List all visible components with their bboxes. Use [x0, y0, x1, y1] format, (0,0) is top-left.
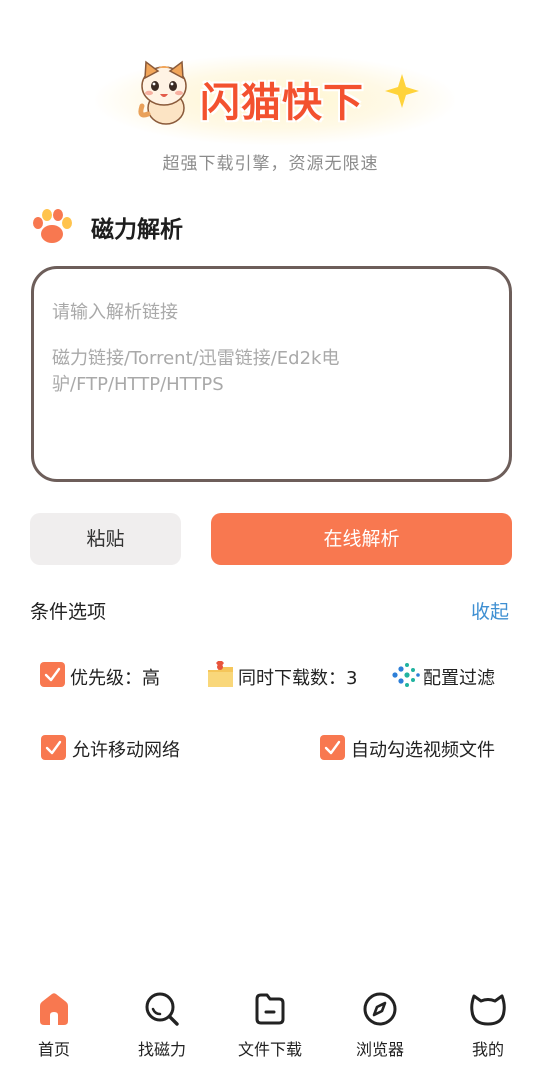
section-title: 磁力解析: [91, 217, 183, 243]
app-title: 闪猫快下: [200, 80, 364, 126]
nav-label-browser: 浏览器: [355, 1040, 404, 1059]
cat-mascot-icon: [138, 60, 187, 125]
folder-download-icon: [208, 661, 233, 687]
paste-button[interactable]: 粘贴: [30, 513, 181, 565]
concurrent-downloads-label[interactable]: 同时下载数：3: [238, 664, 357, 690]
tagline: 超强下载引擎，资源无限速: [162, 154, 379, 174]
nav-item-home[interactable]: 首页: [14, 990, 94, 1060]
filter-config-icon: [392, 663, 420, 687]
nav-label-file-download: 文件下载: [237, 1040, 302, 1059]
cat-face-icon: [470, 994, 506, 1026]
input-hint: 磁力链接/Torrent/迅雷链接/Ed2k电驴/FTP/HTTP/HTTPS: [52, 348, 340, 395]
nav-item-find-magnet[interactable]: 找磁力: [122, 990, 202, 1060]
home-icon: [40, 993, 68, 1025]
check-icon: [324, 740, 341, 755]
nav-item-browser[interactable]: 浏览器: [340, 990, 420, 1060]
nav-label-home: 首页: [37, 1040, 70, 1059]
priority-label[interactable]: 优先级：高: [70, 664, 160, 690]
nav-label-mine: 我的: [471, 1040, 504, 1059]
paw-icon: [33, 209, 72, 243]
allow-mobile-network-checkbox[interactable]: [41, 735, 66, 760]
sparkle-icon: [385, 74, 419, 108]
check-icon: [45, 740, 62, 755]
input-placeholder: 请输入解析链接: [52, 302, 178, 323]
nav-label-find-magnet: 找磁力: [137, 1040, 186, 1059]
filter-config-label[interactable]: 配置过滤: [423, 664, 495, 690]
search-icon: [145, 992, 179, 1026]
auto-select-video-label[interactable]: 自动勾选视频文件: [351, 736, 495, 762]
collapse-link[interactable]: 收起: [471, 597, 509, 624]
compass-icon: [363, 992, 397, 1026]
allow-mobile-network-label[interactable]: 允许移动网络: [72, 736, 180, 762]
folder-icon: [255, 993, 285, 1025]
parse-online-button[interactable]: 在线解析: [211, 513, 512, 565]
nav-item-mine[interactable]: 我的: [448, 990, 528, 1060]
priority-checkbox[interactable]: [40, 662, 65, 687]
options-title: 条件选项: [30, 601, 107, 623]
check-icon: [44, 667, 61, 682]
nav-item-file-download[interactable]: 文件下载: [230, 990, 310, 1060]
auto-select-video-checkbox[interactable]: [320, 735, 345, 760]
